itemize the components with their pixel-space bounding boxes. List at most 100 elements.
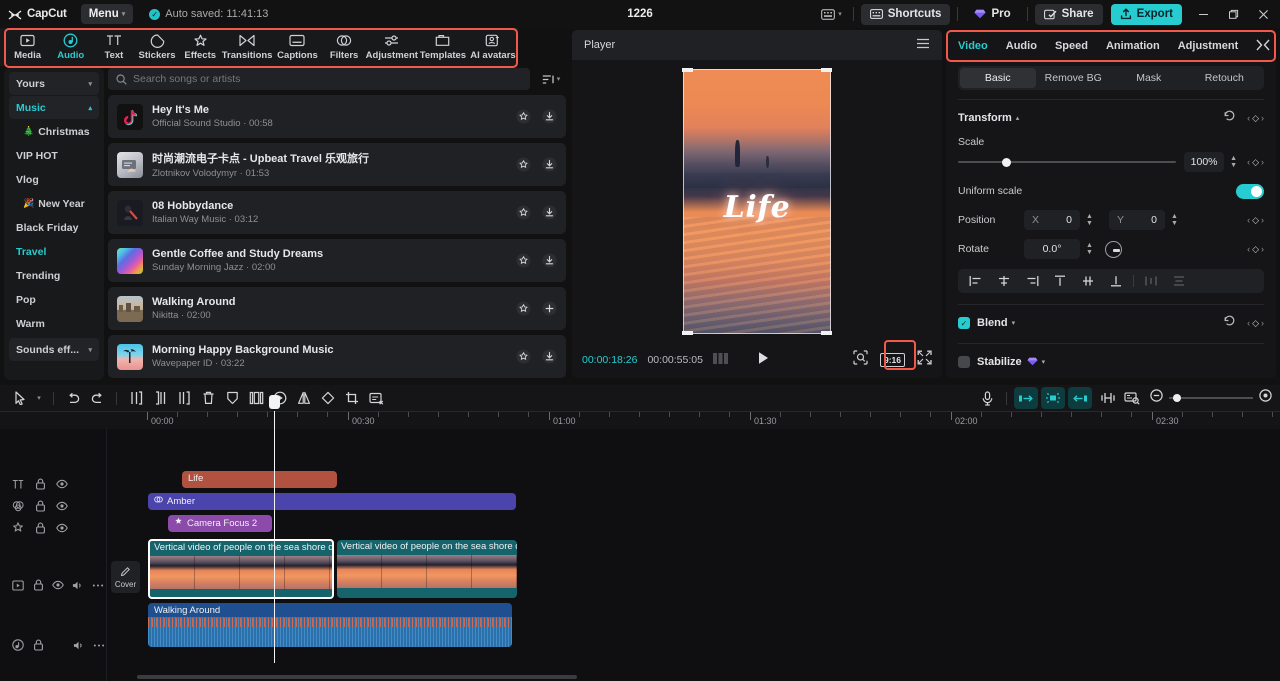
segment-basic[interactable]: Basic	[960, 68, 1036, 88]
chevron-down-icon[interactable]: ▾	[1012, 319, 1016, 327]
rail-item-warm[interactable]: Warm	[9, 312, 99, 335]
tool-tab-templates[interactable]: Templates	[418, 29, 468, 65]
align-bottom-icon[interactable]	[1102, 270, 1130, 292]
star-icon[interactable]	[515, 205, 531, 221]
star-icon[interactable]	[515, 109, 531, 125]
lock-icon[interactable]	[34, 522, 46, 534]
reset-icon[interactable]	[1223, 314, 1236, 332]
scale-stepper[interactable]: ▲ ▼	[1228, 155, 1239, 169]
aspect-ratio-button[interactable]: 9:16	[879, 353, 905, 367]
scale-slider[interactable]	[958, 154, 1177, 170]
rail-item-yours[interactable]: Yours ▾	[9, 72, 99, 95]
share-button[interactable]: Share	[1034, 3, 1103, 25]
lock-icon[interactable]	[34, 478, 46, 490]
distribute-vertical-icon[interactable]	[1165, 270, 1193, 292]
rail-item-black-friday[interactable]: Black Friday	[9, 216, 99, 239]
tool-tab-ai-avatars[interactable]: AI avatars	[468, 29, 518, 65]
align-right-icon[interactable]	[1018, 270, 1046, 292]
eye-icon[interactable]	[56, 478, 68, 490]
lock-icon[interactable]	[34, 500, 46, 512]
slider-knob[interactable]	[1001, 157, 1011, 167]
freeze-button[interactable]	[220, 387, 244, 409]
export-button[interactable]: Export	[1110, 3, 1182, 25]
position-y-stepper[interactable]: ▲ ▼	[1169, 213, 1180, 227]
zoom-out-icon[interactable]	[1150, 389, 1163, 407]
shortcuts-button[interactable]: Shortcuts	[860, 3, 951, 25]
zoom-in-icon[interactable]	[1259, 389, 1272, 407]
lock-icon[interactable]	[32, 579, 44, 591]
rotate-value[interactable]: 0.0°	[1024, 239, 1080, 259]
timeline-ruler[interactable]: 00:00 00:30 01:00 01:30 02:00 02:30	[0, 411, 1280, 429]
rotate-button[interactable]	[316, 387, 340, 409]
tool-tab-transitions[interactable]: Transitions	[222, 29, 272, 65]
rotate-dial[interactable]	[1105, 240, 1122, 258]
rail-item-christmas[interactable]: 🎄 Christmas	[9, 120, 99, 143]
maximize-button[interactable]	[1218, 0, 1248, 28]
preview-render-button[interactable]	[1120, 387, 1144, 409]
zoom-slider[interactable]	[1169, 394, 1253, 402]
align-top-icon[interactable]	[1046, 270, 1074, 292]
timeline-scrollbar[interactable]	[107, 675, 1280, 681]
eye-icon[interactable]	[56, 522, 68, 534]
zoom-slider-knob[interactable]	[1173, 394, 1181, 402]
search-box[interactable]	[108, 68, 530, 90]
table-row[interactable]: Walking Around	[148, 603, 512, 647]
keyboard-layout-button[interactable]: ▾	[817, 7, 846, 22]
resize-handle-bottom-right[interactable]	[821, 330, 832, 335]
tool-tab-media[interactable]: Media	[6, 29, 49, 65]
rail-item-sound-effects[interactable]: Sounds eff... ▾	[9, 338, 99, 361]
star-icon[interactable]	[515, 301, 531, 317]
playhead-knob[interactable]	[269, 395, 280, 409]
tool-tab-captions[interactable]: Captions	[272, 29, 322, 65]
pro-button[interactable]: Pro	[965, 4, 1019, 25]
resize-handle-top-right[interactable]	[821, 67, 832, 72]
playhead[interactable]	[269, 395, 280, 663]
rail-item-pop[interactable]: Pop	[9, 288, 99, 311]
select-tool-dropdown[interactable]: ▾	[32, 387, 46, 409]
tab-speed[interactable]: Speed	[1055, 40, 1088, 52]
list-item[interactable]: 时尚潮流电子卡点 - Upbeat Travel 乐观旅行 Zlotnikov …	[108, 143, 566, 186]
hamburger-icon[interactable]	[916, 36, 930, 54]
redo-button[interactable]	[85, 387, 109, 409]
record-voiceover-button[interactable]	[975, 387, 999, 409]
segment-retouch[interactable]: Retouch	[1187, 68, 1263, 88]
uniform-scale-toggle[interactable]	[1236, 183, 1264, 199]
align-middle-icon[interactable]	[1074, 270, 1102, 292]
list-item[interactable]: Gentle Coffee and Study Dreams Sunday Mo…	[108, 239, 566, 282]
distribute-horizontal-icon[interactable]	[1137, 270, 1165, 292]
reset-icon[interactable]	[1223, 109, 1236, 127]
eye-icon[interactable]	[56, 500, 68, 512]
resize-handle-bottom-left[interactable]	[682, 330, 693, 335]
rail-item-new-year[interactable]: 🎉 New Year	[9, 192, 99, 215]
more-icon[interactable]	[92, 579, 104, 591]
list-item[interactable]: 08 Hobbydance Italian Way Music · 03:12	[108, 191, 566, 234]
lock-icon[interactable]	[32, 639, 44, 651]
tool-tab-audio[interactable]: Audio	[49, 29, 92, 65]
keyframe-diamond-icon[interactable]: ‹ ◇ ›	[1247, 157, 1264, 168]
tool-tab-adjustment[interactable]: Adjustment	[366, 29, 418, 65]
auto-caption-button[interactable]	[364, 387, 388, 409]
position-x-field[interactable]: X 0	[1024, 210, 1080, 230]
cover-button[interactable]: Cover	[111, 561, 140, 593]
stabilize-checkbox[interactable]	[958, 356, 970, 368]
play-icon[interactable]	[757, 351, 770, 370]
rail-item-vip-hot[interactable]: VIP HOT	[9, 144, 99, 167]
scale-value[interactable]: 100%	[1184, 152, 1225, 172]
rail-item-music[interactable]: Music ▴	[9, 96, 99, 119]
minimize-button[interactable]	[1188, 0, 1218, 28]
tab-audio[interactable]: Audio	[1006, 40, 1037, 52]
delete-button[interactable]	[196, 387, 220, 409]
tab-video[interactable]: Video	[958, 40, 988, 52]
keyframe-diamond-icon[interactable]: ‹ ◇ ›	[1247, 113, 1264, 124]
star-icon[interactable]	[515, 253, 531, 269]
align-center-horizontal-icon[interactable]	[990, 270, 1018, 292]
crop-button[interactable]	[340, 387, 364, 409]
search-input[interactable]	[133, 73, 522, 85]
download-icon[interactable]	[541, 205, 557, 221]
tool-tab-effects[interactable]: Effects	[179, 29, 222, 65]
download-icon[interactable]	[541, 109, 557, 125]
trim-left-button[interactable]	[148, 387, 172, 409]
resize-handle-top-left[interactable]	[682, 67, 693, 72]
timeline[interactable]: 00:00 00:30 01:00 01:30 02:00 02:30 Life…	[0, 395, 1280, 681]
mirror-button[interactable]	[292, 387, 316, 409]
